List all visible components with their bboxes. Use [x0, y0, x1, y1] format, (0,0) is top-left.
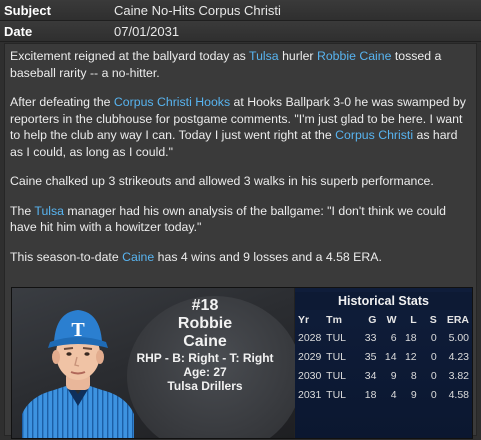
stats-cell: 35	[364, 350, 377, 363]
historical-stats-table: Yr Tm G W L S ERA 2028 TUL 33 6 18 0 5.00 2029 T…	[295, 312, 472, 404]
article-paragraph: The Tulsa manager had his own analysis o…	[10, 203, 471, 236]
stats-row: 2029 TUL 35 14 12 0 4.23	[295, 347, 472, 366]
stats-row: 2028 TUL 33 6 18 0 5.00	[295, 328, 472, 347]
col-header: ERA	[446, 314, 469, 326]
stats-cell: TUL	[326, 350, 347, 363]
article-paragraph: After defeating the Corpus Christi Hooks…	[10, 94, 471, 160]
stats-cell: 34	[364, 369, 377, 382]
article-text-segment: The	[10, 203, 35, 218]
historical-stats-title: Historical Stats	[295, 292, 472, 310]
stats-cell: 2029	[298, 350, 322, 363]
article-link[interactable]: Corpus Christi	[335, 128, 413, 142]
article-text: Excitement reigned at the ballyard today…	[5, 44, 476, 265]
stats-header-row: Yr Tm G W L S ERA	[295, 312, 472, 328]
article-text-segment: Excitement reigned at the ballyard today…	[10, 49, 250, 63]
col-header: W	[386, 314, 397, 326]
subject-value: Caine No-Hits Corpus Christi	[114, 2, 281, 18]
stats-cell: 18	[404, 331, 417, 344]
col-header: G	[368, 314, 377, 326]
stats-cell: 4.23	[448, 350, 469, 363]
article-text-segment: hurler	[278, 49, 317, 63]
stats-body: 2028 TUL 33 6 18 0 5.00 2029 TUL 35 14 12 0 4.23 2030 T…	[295, 328, 472, 404]
article-link[interactable]: Robbie Caine	[317, 49, 392, 63]
stats-cell: 0	[430, 331, 437, 344]
date-row: Date 07/01/2031	[0, 21, 481, 42]
stats-cell: 5.00	[448, 331, 469, 344]
player-bio: RHP - B: Right - T: Right	[136, 351, 274, 365]
article-link[interactable]: Corpus Christi Hooks	[114, 95, 230, 109]
stats-cell: TUL	[326, 331, 347, 344]
article-paragraph: Excitement reigned at the ballyard today…	[10, 48, 471, 81]
player-number: #18	[191, 297, 219, 314]
col-header: Tm	[326, 314, 342, 326]
article-text-segment: Caine chalked up 3 strikeouts and allowe…	[10, 174, 434, 188]
stats-cell: 2028	[298, 331, 322, 344]
player-last-name[interactable]: Caine	[130, 333, 280, 351]
article-text-segment: has 4 wins and 9 losses and a 4.58 ERA.	[154, 249, 382, 264]
article-text-segment: manager had his own analysis of the ball…	[10, 203, 447, 235]
stats-cell: 2030	[298, 369, 322, 382]
stats-cell: 8	[410, 369, 417, 382]
stats-cell: 2031	[298, 388, 322, 401]
article-paragraph: Caine chalked up 3 strikeouts and allowe…	[10, 173, 471, 190]
article-link[interactable]: Tulsa	[249, 49, 279, 63]
historical-stats-panel: Historical Stats Yr Tm G W L S ERA 2028 T…	[295, 288, 472, 438]
stats-cell: TUL	[326, 388, 347, 401]
player-age: Age: 27	[183, 365, 227, 379]
stats-cell: 18	[364, 388, 377, 401]
stats-cell: 6	[390, 331, 397, 344]
player-card: T #18 Robbie Caine RHP - B: Right - T: R…	[11, 287, 473, 439]
article-paragraph: This season-to-date Caine has 4 wins and…	[10, 249, 471, 266]
subject-label: Subject	[4, 2, 51, 18]
cap-logo: T	[71, 319, 85, 341]
stats-cell: 12	[404, 350, 417, 363]
col-header: Yr	[298, 314, 310, 326]
stats-cell: 4.58	[448, 388, 469, 401]
col-header: L	[410, 314, 417, 326]
stats-cell: 9	[410, 388, 417, 401]
stats-cell: 14	[384, 350, 397, 363]
date-value: 07/01/2031	[114, 23, 180, 39]
stats-cell: 3.82	[448, 369, 469, 382]
player-portrait[interactable]: T	[22, 302, 134, 438]
article-text-segment: After defeating the	[10, 95, 114, 109]
stats-cell: 0	[430, 388, 437, 401]
player-team[interactable]: Tulsa Drillers	[130, 379, 280, 393]
article-link[interactable]: Tulsa	[34, 204, 64, 218]
stats-cell: 0	[430, 369, 437, 382]
stats-row: 2030 TUL 34 9 8 0 3.82	[295, 366, 472, 385]
stats-cell: 9	[390, 369, 397, 382]
date-label: Date	[4, 23, 33, 39]
message-body: Excitement reigned at the ballyard today…	[4, 43, 477, 439]
stats-row: 2031 TUL 18 4 9 0 4.58	[295, 385, 472, 404]
stats-cell: 33	[364, 331, 377, 344]
article-link[interactable]: Caine	[122, 250, 154, 264]
subject-row: Subject Caine No-Hits Corpus Christi	[0, 0, 481, 21]
stats-cell: 4	[390, 388, 397, 401]
player-info: #18 Robbie Caine RHP - B: Right - T: Rig…	[130, 296, 280, 393]
player-first-name[interactable]: Robbie	[130, 315, 280, 333]
message-header: Subject Caine No-Hits Corpus Christi Dat…	[0, 0, 481, 42]
col-header: S	[429, 314, 437, 326]
stats-cell: 0	[430, 350, 437, 363]
stats-cell: TUL	[326, 369, 347, 382]
article-text-segment: This season-to-date	[10, 249, 123, 264]
